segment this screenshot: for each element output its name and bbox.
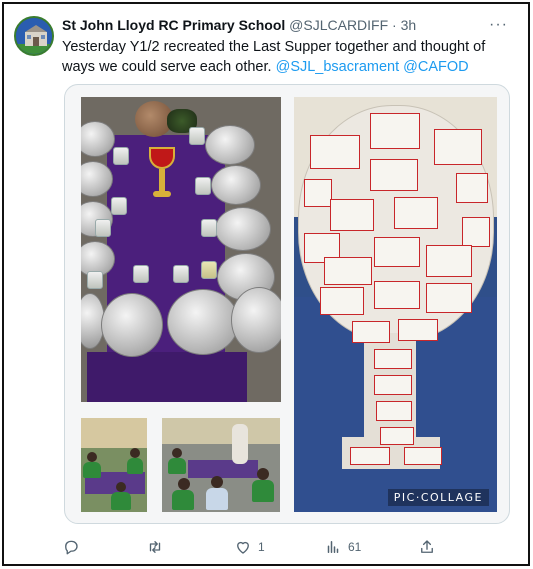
idea-card: [456, 173, 488, 203]
idea-card: [426, 245, 472, 277]
mention-link-cafod[interactable]: @CAFOD: [403, 59, 468, 75]
idea-card: [380, 427, 414, 445]
foil-plate: [205, 125, 255, 165]
idea-card: [310, 135, 360, 169]
pupil: [111, 492, 131, 510]
views-icon: [327, 541, 339, 553]
paper-cup: [173, 265, 189, 283]
teacher: [232, 424, 248, 464]
author-handle[interactable]: @SJLCARDIFF: [289, 17, 388, 33]
idea-card: [376, 401, 412, 421]
purple-tablecloth-end: [87, 352, 247, 402]
idea-card: [370, 159, 418, 191]
pupil: [172, 490, 194, 510]
views-button[interactable]: 61: [324, 536, 361, 558]
purple-table: [188, 460, 258, 478]
tweet-text: Yesterday Y1/2 recreated the Last Supper…: [62, 37, 510, 77]
photo-paper-tree[interactable]: PIC·COLLAGE: [294, 97, 497, 512]
like-count: 1: [258, 540, 265, 554]
foil-plate: [215, 207, 271, 251]
idea-card: [352, 321, 390, 343]
school-logo-icon: [16, 18, 52, 54]
pupil: [252, 480, 274, 502]
pupil-head: [211, 476, 223, 488]
idea-card: [374, 281, 420, 309]
paper-cup: [195, 177, 211, 195]
pupil: [168, 458, 186, 474]
pupil-head: [257, 468, 269, 480]
pupil-head: [116, 482, 126, 492]
idea-card: [462, 217, 490, 247]
idea-card: [374, 375, 412, 395]
views-count: 61: [348, 540, 362, 554]
separator-dot: ·: [392, 17, 397, 33]
paper-cup: [95, 219, 111, 237]
idea-card: [350, 447, 390, 465]
foil-plate: [101, 293, 163, 357]
idea-card: [426, 283, 472, 313]
idea-card: [304, 179, 332, 207]
pic-collage-watermark: PIC·COLLAGE: [387, 489, 489, 506]
pupil: [127, 458, 143, 474]
media-collage[interactable]: PIC·COLLAGE: [64, 84, 510, 524]
reply-button[interactable]: [62, 536, 86, 558]
idea-card: [324, 257, 372, 285]
mention-link-sjl-bsacrament[interactable]: @SJL_bsacrament: [276, 59, 400, 75]
photo-last-supper-table[interactable]: [81, 97, 281, 402]
tweet-time[interactable]: 3h: [401, 17, 417, 33]
pupil-head: [87, 452, 97, 462]
foil-plate: [167, 289, 239, 355]
share-icon: [421, 540, 433, 553]
idea-card: [370, 113, 420, 149]
retweet-button[interactable]: [146, 536, 170, 558]
paper-cup: [111, 197, 127, 215]
paper-cup: [87, 271, 103, 289]
photo-classroom-right[interactable]: [162, 418, 280, 512]
author-name[interactable]: St John Lloyd RC Primary School: [62, 17, 285, 33]
like-button[interactable]: 1: [234, 536, 265, 558]
idea-card: [404, 447, 442, 465]
paper-cup: [133, 265, 149, 283]
photo-classroom-left[interactable]: [81, 418, 147, 512]
idea-card: [394, 197, 438, 229]
avatar[interactable]: [14, 16, 54, 56]
foil-plate: [211, 165, 261, 205]
heart-icon: [237, 541, 249, 554]
retweet-icon: [149, 541, 161, 553]
pupil-head: [130, 448, 140, 458]
pupil-head: [172, 448, 182, 458]
paper-cup: [113, 147, 129, 165]
pupil-head: [178, 478, 190, 490]
tweet-card: St John Lloyd RC Primary School @SJLCARD…: [2, 2, 530, 566]
idea-card: [374, 349, 412, 369]
idea-card: [374, 237, 420, 267]
tweet-actions: 1 61: [62, 536, 442, 558]
idea-card: [330, 199, 374, 231]
paper-cup: [189, 127, 205, 145]
idea-card: [398, 319, 438, 341]
paper-cup: [201, 261, 217, 279]
foil-plate: [231, 287, 281, 353]
classroom-display: [162, 418, 280, 444]
idea-card: [434, 129, 482, 165]
idea-card: [320, 287, 364, 315]
reply-icon: [65, 540, 78, 555]
tweet-header: St John Lloyd RC Primary School @SJLCARD…: [62, 17, 498, 35]
pupil: [206, 488, 228, 510]
paper-cup: [201, 219, 217, 237]
classroom-display: [81, 418, 147, 448]
goblet-icon: [149, 147, 175, 203]
more-options-button[interactable]: ···: [489, 16, 508, 34]
pupil: [83, 462, 101, 478]
share-button[interactable]: [418, 536, 442, 558]
